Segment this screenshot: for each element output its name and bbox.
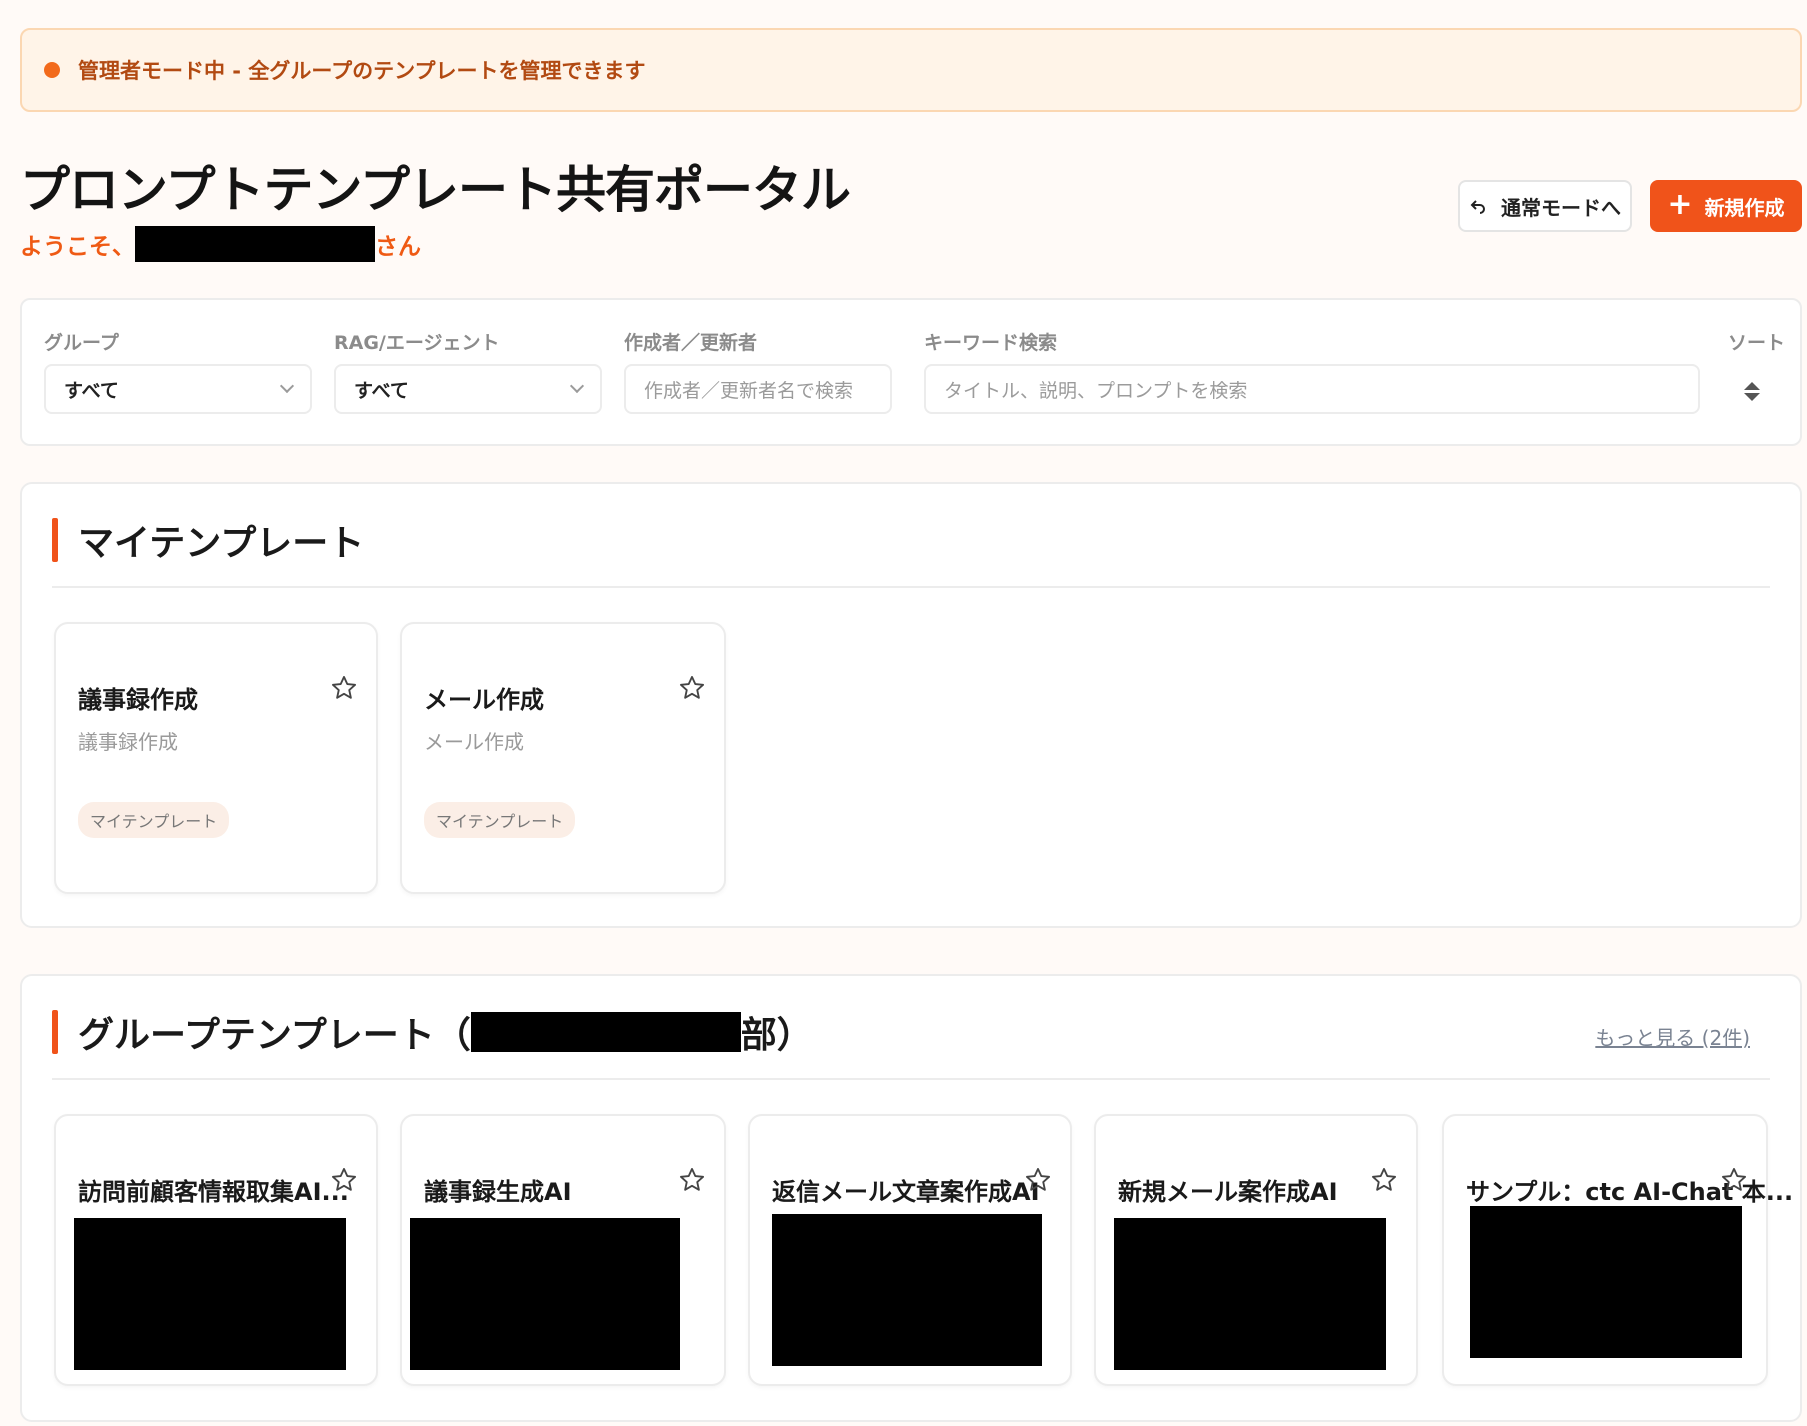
keyword-search-input[interactable]: タイトル、説明、プロンプトを検索 xyxy=(924,364,1700,414)
group-filter-value: すべて xyxy=(64,379,119,402)
show-more-link[interactable]: もっと見る (2件) xyxy=(1595,1022,1750,1051)
redacted-card-content xyxy=(1114,1218,1386,1370)
card-title: 議事録作成 xyxy=(78,686,198,714)
group-templates-title: グループテンプレート（ 部） xyxy=(78,1006,813,1058)
group-filter-select[interactable]: すべて xyxy=(44,364,312,414)
group-title-suffix: 部） xyxy=(740,1015,813,1056)
welcome-message: ようこそ、 さん xyxy=(20,226,421,262)
author-search-placeholder: 作成者／更新者名で検索 xyxy=(644,379,854,402)
plus-icon: + xyxy=(1667,186,1693,222)
card-title: メール作成 xyxy=(424,686,544,714)
redacted-card-content xyxy=(772,1214,1042,1366)
admin-mode-banner: 管理者モード中 - 全グループのテンプレートを管理できます xyxy=(20,28,1802,112)
star-icon[interactable] xyxy=(1024,1166,1052,1194)
template-card[interactable]: 返信メール文章案作成AI xyxy=(748,1114,1072,1386)
welcome-prefix: ようこそ、 xyxy=(20,234,135,260)
template-card[interactable]: 訪問前顧客情報取集AI... xyxy=(54,1114,378,1386)
redacted-user-name xyxy=(135,226,375,262)
section-accent-bar xyxy=(52,518,58,562)
card-title: 議事録生成AI xyxy=(424,1178,572,1206)
group-title-prefix: グループテンプレート（ xyxy=(78,1015,471,1056)
keyword-filter-label: キーワード検索 xyxy=(924,332,1058,354)
sort-label: ソート xyxy=(1728,332,1786,354)
star-icon[interactable] xyxy=(678,674,706,702)
page-title: プロンプトテンプレート共有ポータル xyxy=(20,161,851,219)
star-icon[interactable] xyxy=(1370,1166,1398,1194)
return-arrow-icon xyxy=(1470,200,1485,214)
author-search-input[interactable]: 作成者／更新者名で検索 xyxy=(624,364,892,414)
status-dot-icon xyxy=(44,62,60,78)
template-card[interactable]: 新規メール案作成AI xyxy=(1094,1114,1418,1386)
star-icon[interactable] xyxy=(330,1166,358,1194)
chevron-down-icon xyxy=(279,378,295,394)
new-template-label: 新規作成 xyxy=(1704,195,1785,220)
star-icon[interactable] xyxy=(678,1166,706,1194)
rag-filter-value: すべて xyxy=(354,379,409,402)
star-icon[interactable] xyxy=(330,674,358,702)
redacted-group-name xyxy=(470,1012,741,1052)
section-divider xyxy=(52,1078,1770,1080)
card-title: 訪問前顧客情報取集AI... xyxy=(78,1178,349,1206)
template-card[interactable]: メール作成 メール作成 マイテンプレート xyxy=(400,622,726,894)
group-templates-section: グループテンプレート（ 部） もっと見る (2件) 訪問前顧客情報取集AI...… xyxy=(20,974,1802,1422)
template-card[interactable]: 議事録作成 議事録作成 マイテンプレート xyxy=(54,622,378,894)
my-templates-header: マイテンプレート xyxy=(52,518,364,564)
card-tag: マイテンプレート xyxy=(78,802,230,838)
my-templates-section: マイテンプレート 議事録作成 議事録作成 マイテンプレート メール作成 メール作… xyxy=(20,482,1802,928)
section-divider xyxy=(52,586,1770,588)
template-card[interactable]: サンプル：ctc AI-Chat 本... xyxy=(1442,1114,1793,1386)
card-title: 新規メール案作成AI xyxy=(1118,1178,1338,1206)
group-filter-label: グループ xyxy=(44,332,119,354)
my-templates-title: マイテンプレート xyxy=(78,523,365,564)
rag-filter-label: RAG/エージェント xyxy=(334,332,500,354)
card-description: 議事録作成 xyxy=(78,730,178,754)
section-accent-bar xyxy=(52,1010,58,1054)
chevron-down-icon xyxy=(569,378,585,394)
redacted-card-content xyxy=(74,1218,346,1370)
template-card[interactable]: 議事録生成AI xyxy=(400,1114,726,1386)
card-title: 返信メール文章案作成AI xyxy=(772,1178,1040,1206)
filter-panel: グループ すべて RAG/エージェント すべて 作成者／更新者 作成者／更新者名… xyxy=(20,298,1802,446)
redacted-card-content xyxy=(1470,1206,1742,1358)
card-description: メール作成 xyxy=(424,730,524,754)
card-tag: マイテンプレート xyxy=(424,802,576,838)
sort-toggle-icon[interactable] xyxy=(1744,382,1764,401)
normal-mode-label: 通常モードへ xyxy=(1501,195,1621,220)
redacted-card-content xyxy=(410,1218,680,1370)
keyword-search-placeholder: タイトル、説明、プロンプトを検索 xyxy=(944,379,1248,402)
admin-mode-message: 管理者モード中 - 全グループのテンプレートを管理できます xyxy=(78,59,646,83)
welcome-suffix: さん xyxy=(375,234,421,260)
author-filter-label: 作成者／更新者 xyxy=(624,332,758,354)
normal-mode-button[interactable]: 通常モードへ xyxy=(1458,180,1632,232)
rag-filter-select[interactable]: すべて xyxy=(334,364,602,414)
star-icon[interactable] xyxy=(1720,1166,1748,1194)
new-template-button[interactable]: + 新規作成 xyxy=(1650,180,1802,232)
group-templates-header: グループテンプレート（ 部） xyxy=(52,1010,813,1056)
